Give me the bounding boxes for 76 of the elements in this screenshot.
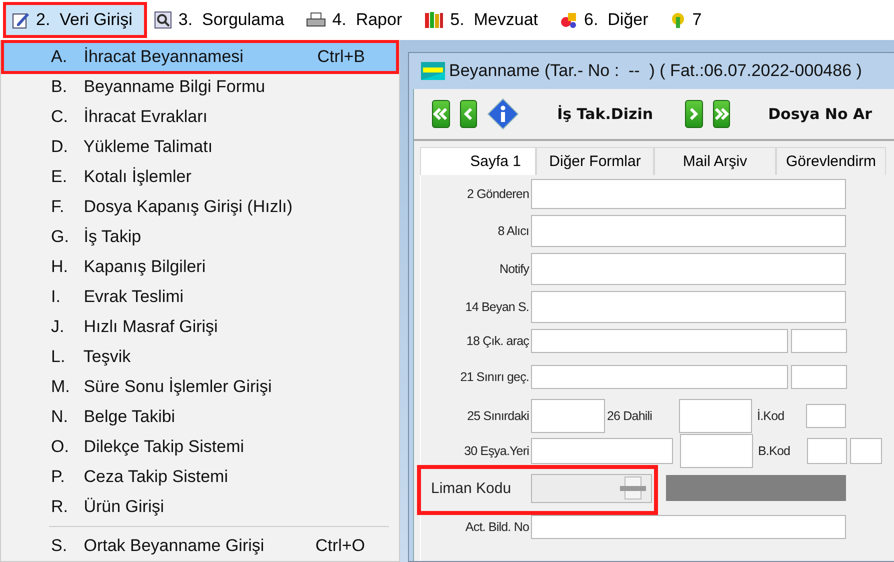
input-field[interactable]	[531, 215, 846, 247]
menu-item[interactable]: J. Hızlı Masraf Girişi	[3, 312, 397, 342]
info-icon[interactable]	[487, 98, 520, 130]
tab[interactable]: Sayfa 1	[420, 147, 536, 175]
field-label: B.Kod	[758, 444, 792, 458]
chevron-icon	[689, 107, 698, 121]
menu-bar-item[interactable]: 2. Veri Girişi	[4, 3, 146, 37]
menu-item[interactable]: M. Süre Sonu İşlemler Girişi	[3, 372, 397, 402]
input-field[interactable]	[680, 434, 753, 468]
menu-item[interactable]: A. İhracat Beyannamesi Ctrl+B	[3, 42, 397, 72]
input-field[interactable]	[531, 291, 846, 323]
books-icon	[424, 11, 444, 29]
toolbar-label: Dosya No Ar	[768, 105, 872, 123]
menu-bar-item[interactable]: 5. Mevzuat	[416, 3, 552, 37]
input-field[interactable]	[791, 365, 847, 389]
field-label: 18 Çık. araç	[465, 334, 530, 348]
field-label: 26 Dahili	[607, 409, 654, 423]
menu-item[interactable]: H. Kapanış Bilgileri	[3, 252, 397, 282]
field-label: 8 Alıcı	[496, 224, 530, 238]
menu-item[interactable]: P. Ceza Takip Sistemi	[3, 462, 397, 492]
menu-item[interactable]: C. İhracat Evrakları	[3, 102, 397, 132]
input-field[interactable]	[531, 253, 846, 285]
menu-item[interactable]: G. İş Takip	[3, 222, 397, 252]
input-field[interactable]	[531, 329, 788, 353]
menu-item[interactable]: D. Yükleme Talimatı	[3, 132, 397, 162]
first-button[interactable]	[432, 100, 450, 128]
field-label: 21 Sınırı geç.	[459, 370, 530, 384]
prev-button[interactable]	[460, 100, 478, 128]
menu-item[interactable]: O. Dilekçe Takip Sistemi	[3, 432, 397, 462]
field-label: 14 Beyan S.	[464, 300, 530, 314]
menu-bar-item[interactable]: 4. Rapor	[298, 3, 416, 37]
input-field[interactable]	[807, 438, 847, 464]
field-label: Notify	[498, 262, 530, 276]
field-label: Act. Bild. No	[464, 520, 530, 534]
input-field[interactable]	[850, 438, 882, 464]
field-label: Liman Kodu	[430, 480, 512, 496]
field-label: 25 Sınırdaki	[466, 409, 530, 423]
chevron-icon	[464, 107, 473, 121]
tab[interactable]: Diğer Formlar	[536, 147, 654, 175]
input-field[interactable]	[531, 438, 673, 464]
printer-icon	[306, 12, 326, 28]
input-field[interactable]	[791, 329, 847, 353]
menu-item[interactable]: L. Teşvik	[3, 342, 397, 372]
magnifier-icon	[154, 11, 172, 29]
input-field[interactable]	[531, 365, 788, 389]
input-field[interactable]	[531, 179, 846, 209]
menu-item[interactable]: N. Belge Takibi	[3, 402, 397, 432]
field-label: 2 Gönderen	[466, 187, 530, 201]
menu-item[interactable]: R. Ürün Girişi	[3, 492, 397, 522]
menu-item[interactable]: S. Ortak Beyanname Girişi Ctrl+O	[3, 531, 397, 561]
menu-item[interactable]: I. Evrak Teslimi	[3, 282, 397, 312]
menu-item[interactable]: F. Dosya Kapanış Girişi (Hızlı)	[3, 192, 397, 222]
input-field[interactable]	[679, 399, 752, 433]
menu-bar-item[interactable]: 6. Diğer	[552, 3, 662, 37]
input-field[interactable]	[531, 515, 846, 539]
list-button-icon	[619, 476, 647, 500]
tools-icon	[670, 11, 686, 29]
input-field[interactable]	[531, 399, 605, 433]
menu-item[interactable]: E. Kotalı İşlemler	[3, 162, 397, 192]
tab[interactable]: Mail Arşiv	[654, 147, 776, 175]
input-field[interactable]	[806, 404, 846, 428]
menu-bar-item[interactable]: 7	[662, 3, 716, 37]
window-title: Beyanname (Tar.- No : -- ) ( Fat.:06.07.2022-000486 )	[449, 61, 862, 81]
next-button[interactable]	[685, 100, 703, 128]
tab[interactable]: Görevlendirm	[776, 147, 886, 175]
chevron-icon	[433, 107, 448, 121]
field-label: İ.Kod	[757, 409, 786, 423]
app-logo-icon	[421, 60, 445, 82]
menu-item[interactable]: B. Beyanname Bilgi Formu	[3, 72, 397, 102]
pencil-icon	[12, 11, 30, 29]
menu-bar-item[interactable]: 3. Sorgulama	[146, 3, 298, 37]
last-button[interactable]	[712, 100, 730, 128]
chevron-icon	[714, 107, 729, 121]
toolbar-label: İş Tak.Dizin	[557, 105, 654, 123]
field-label: 30 Eşya.Yeri	[463, 444, 530, 458]
shapes-icon	[560, 11, 578, 29]
